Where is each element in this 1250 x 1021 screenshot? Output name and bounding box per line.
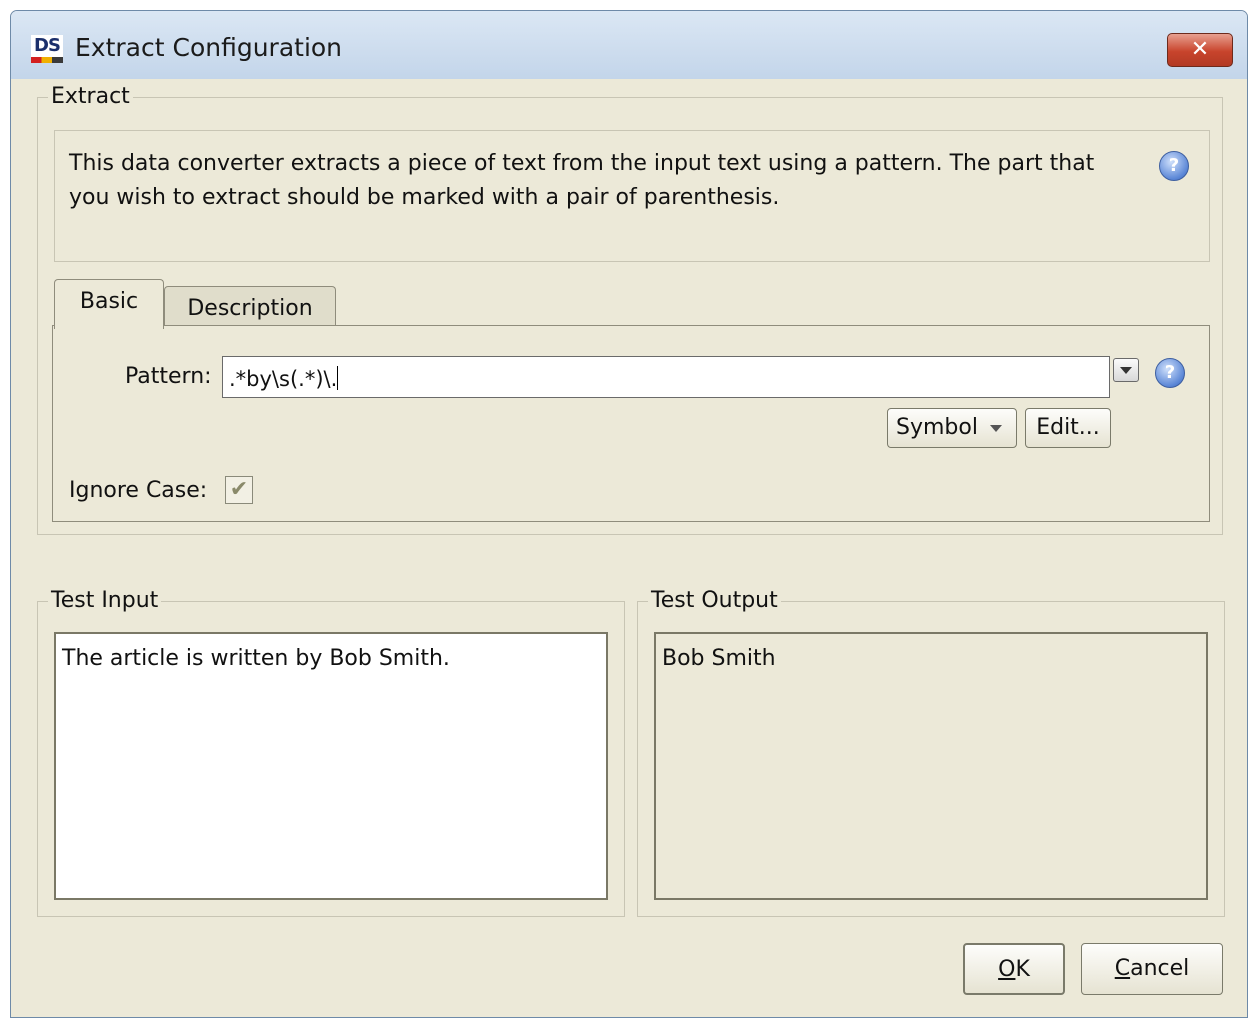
test-output-field: Bob Smith <box>654 632 1208 900</box>
test-input-legend: Test Input <box>48 588 162 613</box>
app-icon-text: DS <box>31 35 63 57</box>
ok-button[interactable]: OK <box>963 943 1065 995</box>
ignore-case-label: Ignore Case: <box>69 478 208 503</box>
ds-app-icon: DS <box>31 35 63 63</box>
cancel-button[interactable]: Cancel <box>1081 943 1223 995</box>
test-input-field[interactable]: The article is written by Bob Smith. <box>54 632 608 900</box>
close-button[interactable]: ✕ <box>1167 33 1233 67</box>
text-caret <box>337 366 339 390</box>
app-icon-stripe <box>31 57 63 63</box>
help-icon[interactable]: ? <box>1159 151 1189 181</box>
pattern-label: Pattern: <box>125 364 212 389</box>
pattern-history-dropdown[interactable] <box>1113 358 1139 382</box>
title-bar: DS Extract Configuration ✕ <box>11 11 1247 79</box>
ignore-case-checkbox[interactable]: ✔ <box>225 476 253 504</box>
pattern-help-icon[interactable]: ? <box>1155 358 1185 388</box>
ok-mnemonic: O <box>998 957 1016 982</box>
chevron-down-icon <box>990 425 1002 432</box>
symbol-button[interactable]: Symbol <box>887 408 1017 448</box>
description-box: This data converter extracts a piece of … <box>54 130 1210 262</box>
tab-description-label: Description <box>187 296 313 321</box>
extract-group: Extract This data converter extracts a p… <box>37 84 1223 535</box>
description-text: This data converter extracts a piece of … <box>69 151 1095 210</box>
pattern-value: .*by\s(.*)\. <box>229 367 338 391</box>
chevron-down-icon <box>1120 367 1132 374</box>
extract-legend: Extract <box>48 84 133 109</box>
symbol-button-label: Symbol <box>896 415 978 440</box>
close-icon: ✕ <box>1190 37 1210 62</box>
edit-button[interactable]: Edit... <box>1025 408 1111 448</box>
tab-basic-label: Basic <box>79 289 139 314</box>
basic-tab-panel: Pattern: .*by\s(.*)\. ? Symbol Edit... I… <box>52 325 1210 522</box>
window-title: Extract Configuration <box>75 33 343 62</box>
cancel-label-rest: ancel <box>1130 956 1190 981</box>
test-output-group: Test Output Bob Smith <box>637 588 1225 917</box>
tab-basic[interactable]: Basic <box>54 279 164 329</box>
test-input-group: Test Input The article is written by Bob… <box>37 588 625 917</box>
checkmark-icon: ✔ <box>229 477 249 502</box>
dialog-window: DS Extract Configuration ✕ Extract This … <box>10 10 1248 1018</box>
test-output-legend: Test Output <box>648 588 781 613</box>
ok-label-rest: K <box>1015 957 1030 982</box>
cancel-mnemonic: C <box>1114 956 1131 981</box>
pattern-input[interactable]: .*by\s(.*)\. <box>222 356 1110 398</box>
